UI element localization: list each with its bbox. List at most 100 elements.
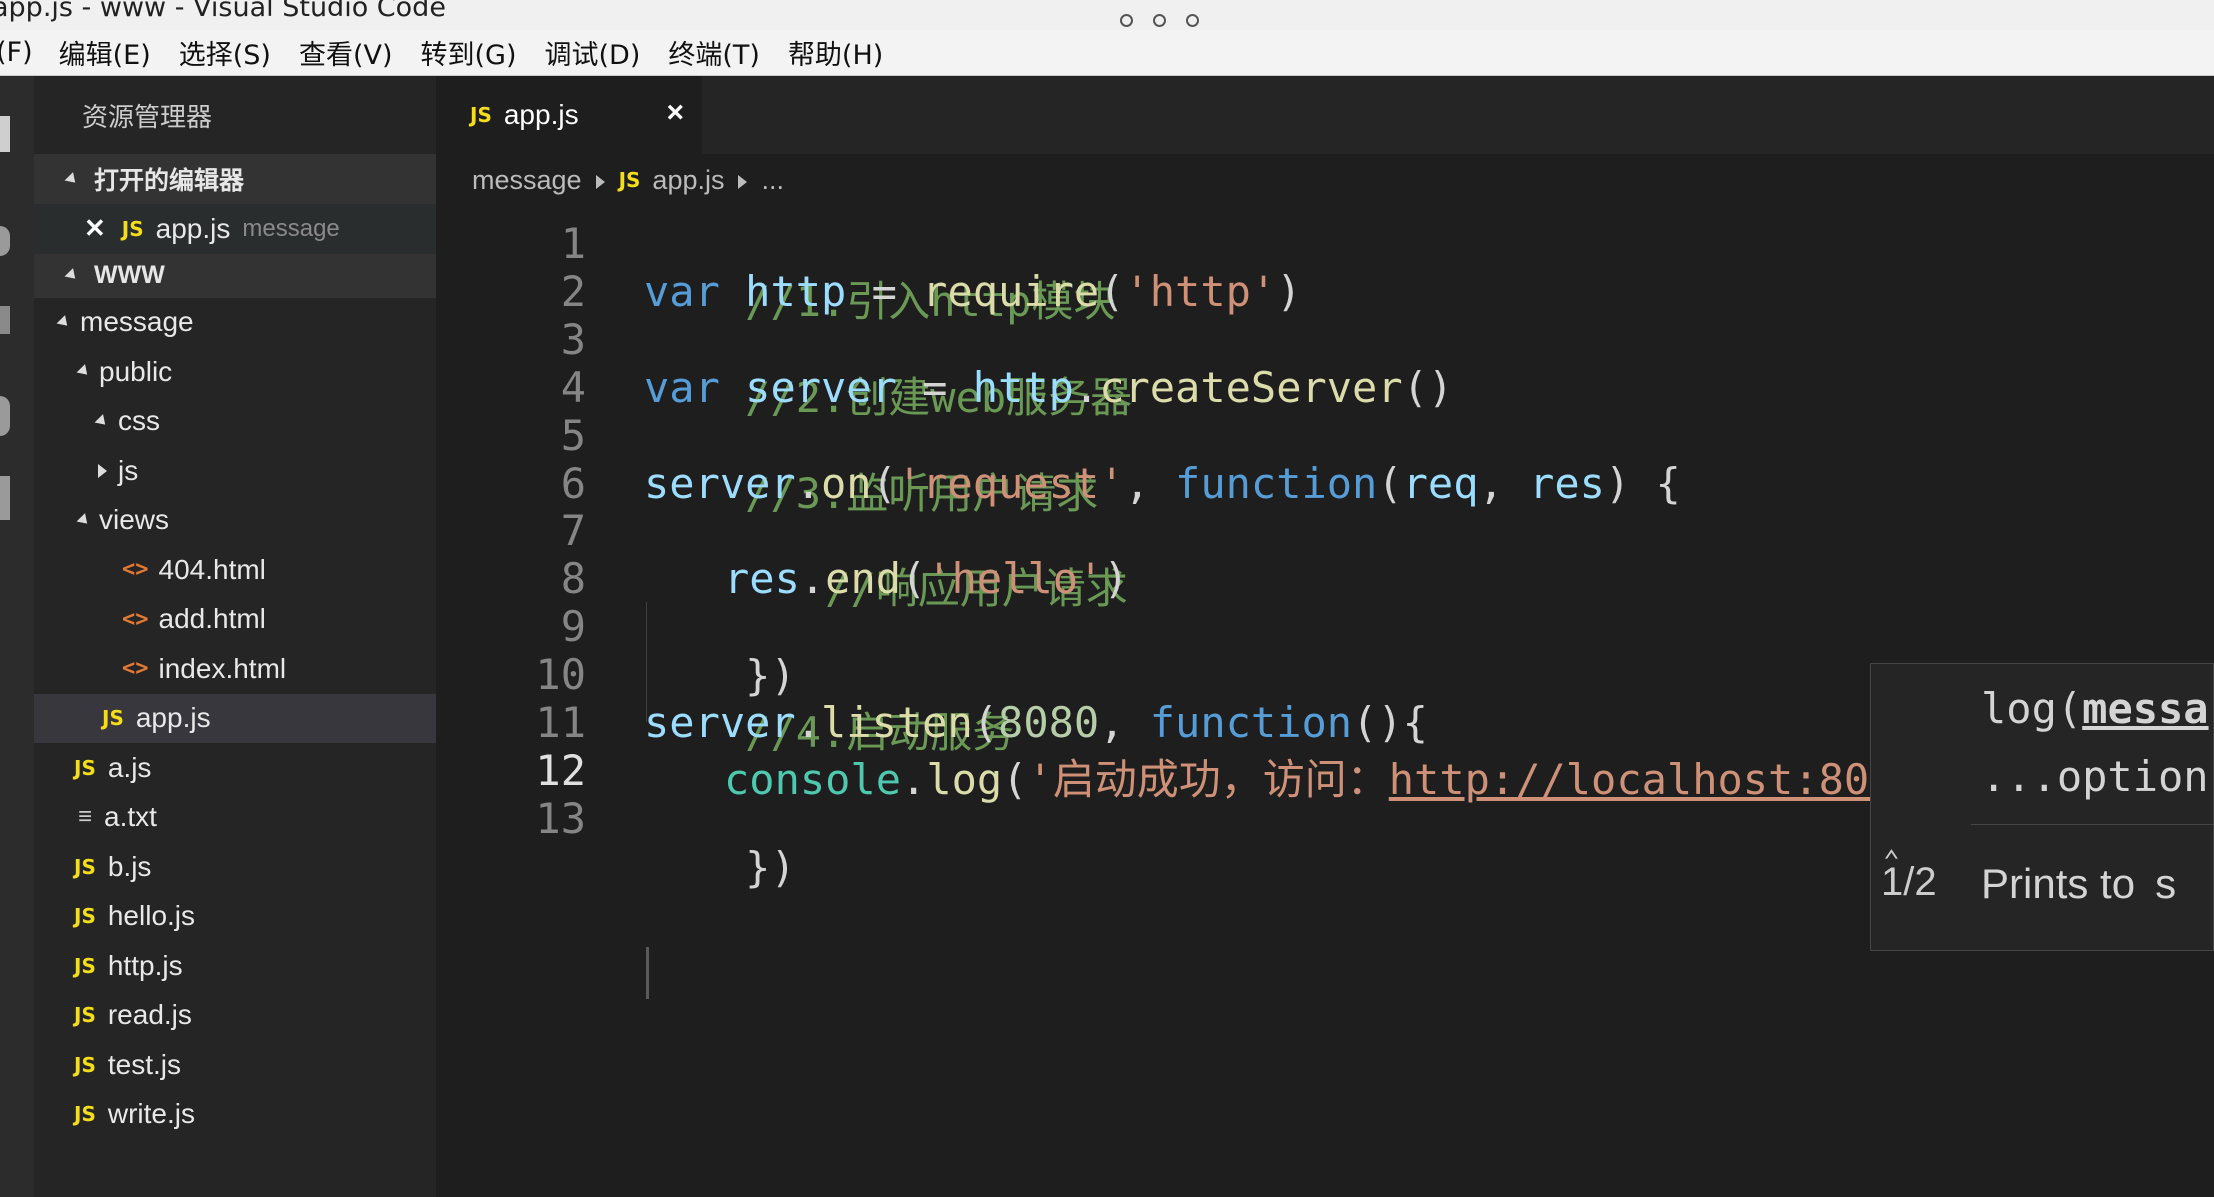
folder-message[interactable]: message: [34, 298, 436, 348]
tree-label: write.js: [107, 1098, 195, 1130]
menu-terminal[interactable]: 终端(T): [668, 33, 760, 72]
file-tree: message public css js views <> 404.html …: [34, 298, 436, 1140]
code-link[interactable]: http://localhost:8080: [1389, 755, 1920, 804]
menu-go[interactable]: 转到(G): [421, 33, 517, 72]
debug-icon[interactable]: [0, 396, 10, 436]
breadcrumb-folder[interactable]: message: [472, 165, 582, 196]
file-http-js[interactable]: JS http.js: [34, 941, 436, 991]
open-editor-folder: message: [242, 214, 340, 242]
breadcrumb-more[interactable]: ...: [761, 165, 784, 196]
signature-doc: Prints to s: [1981, 860, 2176, 908]
tree-label: views: [99, 504, 170, 536]
menu-edit[interactable]: 编辑(E): [59, 33, 151, 72]
chevron-down-icon: [76, 512, 92, 528]
menu-selection[interactable]: 选择(S): [179, 33, 271, 72]
tree-label: a.js: [107, 751, 152, 783]
code-line-2[interactable]: var http = require('http'): [644, 267, 1302, 316]
open-editor-item[interactable]: ✕ JS app.js message: [34, 204, 436, 254]
open-editor-filename: app.js: [155, 212, 231, 244]
code-line-4[interactable]: var server = http.createServer(): [644, 363, 1453, 412]
code-function: createServer: [1099, 363, 1403, 412]
code-line-6[interactable]: server.on('request', function(req, res) …: [644, 459, 1681, 508]
menu-help[interactable]: 帮助(H): [788, 33, 883, 72]
search-icon[interactable]: [0, 226, 10, 256]
code-string: 'request': [896, 459, 1125, 508]
open-editors-title: 打开的编辑器: [94, 167, 245, 195]
menu-debug[interactable]: 调试(D): [545, 33, 641, 72]
tab-app-js[interactable]: JS app.js ×: [436, 76, 702, 154]
code-line-12[interactable]: console.log('启动成功，访问：http://localhost:80…: [724, 746, 1973, 807]
line-number: 2: [560, 267, 586, 316]
line-number: 9: [560, 602, 586, 651]
title-bar: app.js - www - Visual Studio Code: [0, 0, 2214, 30]
editor-tabs: JS app.js ×: [436, 76, 2214, 154]
code-param: req: [1402, 459, 1479, 508]
js-file-icon: JS: [74, 1102, 96, 1127]
code-keyword: function: [1175, 459, 1378, 508]
tab-label: app.js: [503, 99, 579, 130]
signature-line: log(messa: [1981, 684, 2209, 733]
html-file-icon: <>: [122, 606, 149, 632]
tree-label: a.txt: [104, 801, 157, 833]
window-controls[interactable]: [1120, 14, 1199, 27]
file-add-html[interactable]: <> add.html: [34, 595, 436, 645]
code-punct: (){: [1352, 698, 1428, 747]
file-app-js[interactable]: JS app.js: [34, 693, 436, 743]
line-number: 1: [560, 219, 586, 268]
chevron-right-icon: [738, 165, 748, 196]
html-file-icon: <>: [122, 557, 149, 583]
folder-css[interactable]: css: [34, 397, 436, 447]
code-variable: server: [644, 698, 796, 747]
code-number: 8080: [998, 698, 1100, 747]
code-line-13[interactable]: }): [644, 794, 796, 941]
file-404-html[interactable]: <> 404.html: [34, 545, 436, 595]
code-variable: http: [972, 363, 1074, 412]
project-section[interactable]: WWW: [34, 253, 436, 298]
activity-bar: [0, 76, 34, 1197]
menu-view[interactable]: 查看(V): [299, 33, 393, 72]
tree-label: 404.html: [158, 553, 266, 585]
file-test-js[interactable]: JS test.js: [34, 1040, 436, 1090]
line-number: 7: [560, 506, 586, 555]
file-hello-js[interactable]: JS hello.js: [34, 892, 436, 942]
circle-icon[interactable]: [1153, 14, 1166, 27]
close-icon[interactable]: ✕: [84, 213, 106, 244]
menu-file[interactable]: (F): [0, 37, 33, 68]
code-punct: }): [745, 843, 796, 892]
folder-views[interactable]: views: [34, 496, 436, 546]
chevron-down-icon: [64, 171, 80, 187]
code-punct: (): [1402, 363, 1454, 412]
code-keyword: function: [1149, 698, 1353, 747]
parameter-hints-popup[interactable]: log(messa ...option ⌃ 1/2 Prints to s: [1870, 663, 2214, 951]
chevron-right-icon: [98, 463, 107, 478]
open-editors-section[interactable]: 打开的编辑器: [34, 154, 436, 204]
file-write-js[interactable]: JS write.js: [34, 1090, 436, 1140]
code-punct: ): [1103, 554, 1129, 603]
code-line-11[interactable]: server.listen(8080, function(){: [644, 698, 1428, 747]
folder-public[interactable]: public: [34, 347, 436, 397]
folder-js[interactable]: js: [34, 446, 436, 496]
file-read-js[interactable]: JS read.js: [34, 991, 436, 1041]
breadcrumb-file[interactable]: app.js: [652, 165, 724, 196]
explorer-sidebar: 资源管理器 打开的编辑器 ✕ JS app.js message WWW mes…: [34, 76, 436, 1197]
line-number: 8: [560, 554, 586, 603]
circle-icon[interactable]: [1120, 14, 1133, 27]
code-punct: ,: [1124, 459, 1176, 508]
file-b-js[interactable]: JS b.js: [34, 842, 436, 892]
explorer-icon[interactable]: [0, 116, 10, 152]
tree-label: public: [99, 355, 173, 387]
code-punct: ): [1276, 267, 1302, 316]
close-icon[interactable]: ×: [666, 96, 684, 130]
circle-icon[interactable]: [1186, 14, 1199, 27]
file-a-txt[interactable]: ≡ a.txt: [34, 793, 436, 843]
tree-label: read.js: [107, 999, 192, 1031]
file-a-js[interactable]: JS a.js: [34, 743, 436, 793]
menu-bar: (F) 编辑(E) 选择(S) 查看(V) 转到(G) 调试(D) 终端(T) …: [0, 30, 2214, 76]
source-control-icon[interactable]: [0, 306, 10, 334]
js-file-icon: JS: [470, 103, 492, 127]
code-line-8[interactable]: res.end('hello'): [724, 554, 1129, 603]
file-index-html[interactable]: <> index.html: [34, 644, 436, 694]
extensions-icon[interactable]: [0, 476, 10, 520]
line-number: 3: [560, 315, 586, 364]
breadcrumb: message JS app.js ...: [436, 154, 784, 206]
